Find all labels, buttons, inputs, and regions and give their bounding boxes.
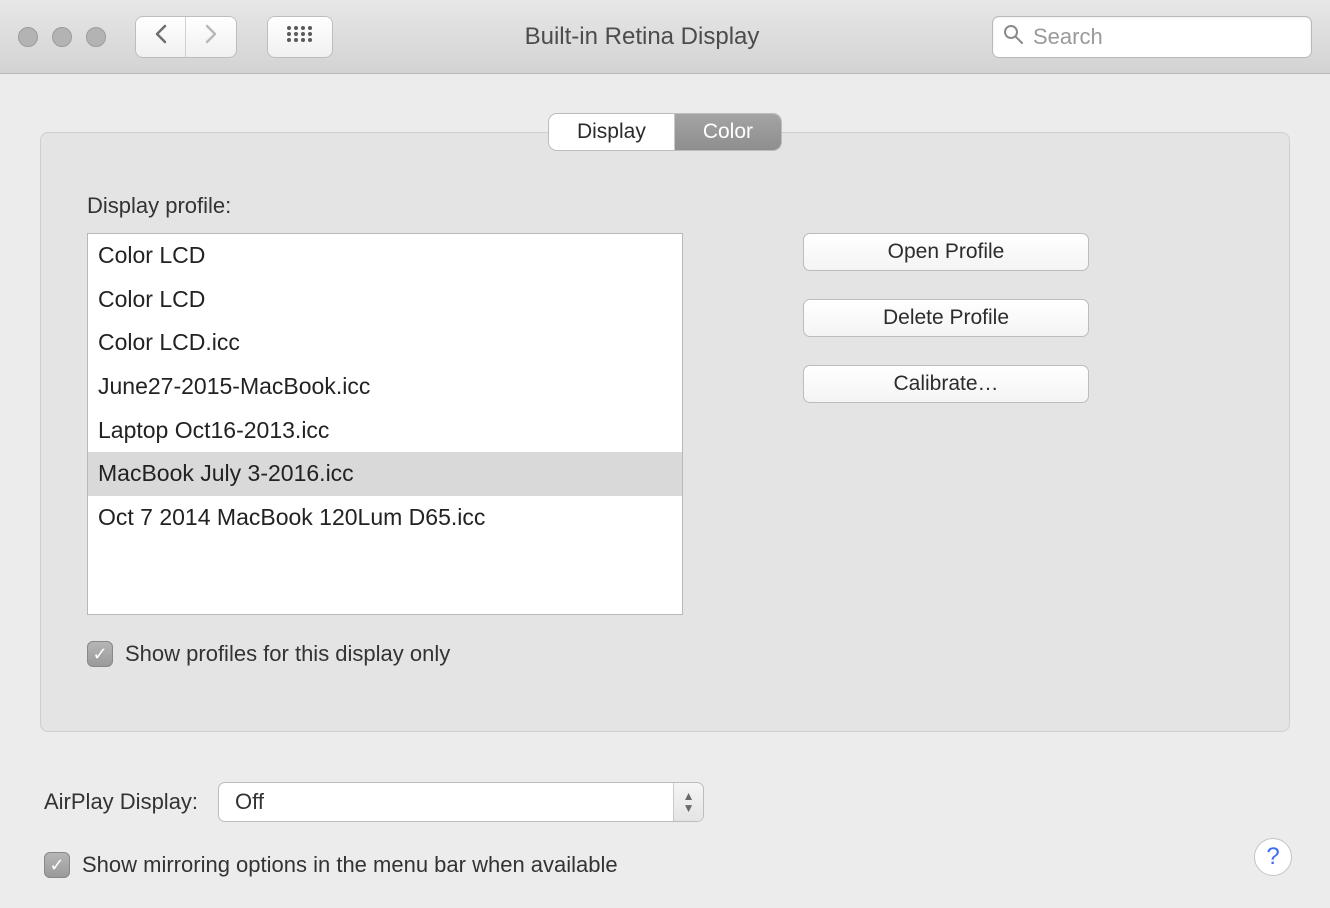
airplay-select[interactable]: Off ▲ ▼: [218, 782, 704, 822]
chevron-down-icon: ▼: [683, 802, 695, 814]
airplay-row: AirPlay Display: Off ▲ ▼: [44, 782, 1286, 822]
search-field[interactable]: [992, 16, 1312, 58]
footer: AirPlay Display: Off ▲ ▼ ✓ Show mirrorin…: [0, 752, 1330, 908]
display-profile-list[interactable]: Color LCDColor LCDColor LCD.iccJune27-20…: [87, 233, 683, 615]
profile-list-item[interactable]: MacBook July 3-2016.icc: [88, 452, 682, 496]
profile-list-item[interactable]: Color LCD: [88, 234, 682, 278]
help-icon: ?: [1266, 843, 1279, 871]
grid-icon: [286, 25, 314, 49]
minimize-window-button[interactable]: [52, 27, 72, 47]
tab-strip: Display Color: [40, 114, 1290, 150]
search-input[interactable]: [1033, 24, 1301, 50]
chevron-left-icon: [154, 24, 168, 50]
content-area: Display Color Display profile: Color LCD…: [0, 74, 1330, 752]
profile-list-item[interactable]: Laptop Oct16-2013.icc: [88, 409, 682, 453]
profile-list-item[interactable]: June27-2015-MacBook.icc: [88, 365, 682, 409]
segmented-control: Display Color: [549, 114, 781, 150]
checkmark-icon: ✓: [92, 644, 107, 665]
show-profiles-only-row: ✓ Show profiles for this display only: [87, 641, 1243, 667]
profile-actions: Open Profile Delete Profile Calibrate…: [803, 233, 1089, 403]
nav-buttons: [136, 17, 236, 57]
window-controls: [18, 27, 106, 47]
show-profiles-only-checkbox[interactable]: ✓: [87, 641, 113, 667]
display-profile-label: Display profile:: [87, 193, 1243, 219]
mirroring-label: Show mirroring options in the menu bar w…: [82, 852, 618, 878]
profile-list-item[interactable]: Oct 7 2014 MacBook 120Lum D65.icc: [88, 496, 682, 540]
chevron-right-icon: [204, 24, 218, 50]
select-stepper[interactable]: ▲ ▼: [673, 783, 703, 821]
calibrate-button[interactable]: Calibrate…: [803, 365, 1089, 403]
search-icon: [1003, 24, 1023, 50]
show-all-button[interactable]: [268, 17, 332, 57]
checkmark-icon: ✓: [49, 855, 64, 876]
open-profile-button[interactable]: Open Profile: [803, 233, 1089, 271]
tab-display[interactable]: Display: [549, 114, 675, 150]
forward-button[interactable]: [186, 17, 236, 57]
mirroring-row: ✓ Show mirroring options in the menu bar…: [44, 852, 1286, 878]
panel-color: Display profile: Color LCDColor LCDColor…: [40, 132, 1290, 732]
airplay-label: AirPlay Display:: [44, 789, 198, 815]
airplay-value: Off: [235, 789, 264, 815]
zoom-window-button[interactable]: [86, 27, 106, 47]
help-button[interactable]: ?: [1254, 838, 1292, 876]
back-button[interactable]: [136, 17, 186, 57]
window-title: Built-in Retina Display: [346, 23, 978, 51]
tab-color[interactable]: Color: [675, 114, 781, 150]
show-profiles-only-label: Show profiles for this display only: [125, 641, 450, 667]
profile-list-item[interactable]: Color LCD.icc: [88, 321, 682, 365]
mirroring-checkbox[interactable]: ✓: [44, 852, 70, 878]
close-window-button[interactable]: [18, 27, 38, 47]
profile-list-item[interactable]: Color LCD: [88, 278, 682, 322]
toolbar: Built-in Retina Display: [0, 0, 1330, 74]
delete-profile-button[interactable]: Delete Profile: [803, 299, 1089, 337]
